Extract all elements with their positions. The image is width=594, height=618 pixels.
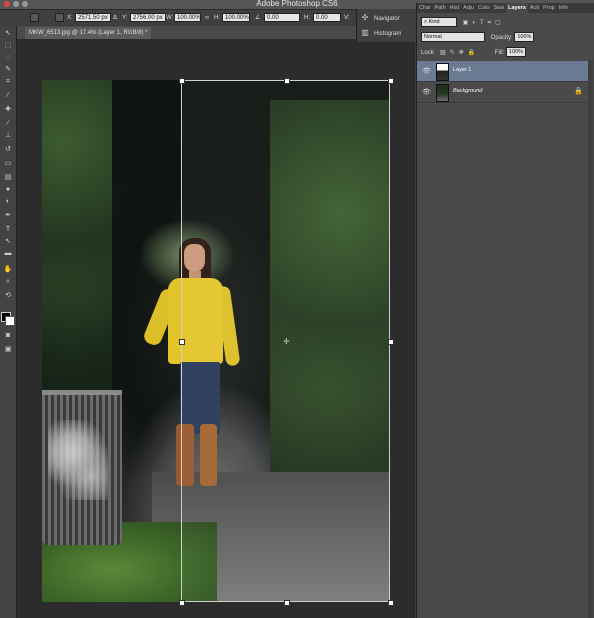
h-label: H: bbox=[214, 15, 220, 21]
layer-thumbnail bbox=[436, 84, 449, 102]
move-tool-icon[interactable]: ↖ bbox=[3, 30, 13, 38]
x-field[interactable]: 2571.50 px bbox=[75, 13, 111, 22]
foliage-left bbox=[42, 80, 112, 390]
eyedropper-tool-icon[interactable]: ⁄ bbox=[3, 92, 13, 100]
layer-row-layer-1[interactable]: 👁 Layer 1 bbox=[417, 61, 589, 82]
lock-icon: 🔒 bbox=[574, 88, 583, 95]
y-label: Y: bbox=[122, 15, 128, 21]
reference-point-icon[interactable] bbox=[55, 13, 64, 22]
rotate-view-tool-icon[interactable]: ⟲ bbox=[3, 292, 13, 300]
lock-fill-row: Lock: ▨✎✥🔒 Fill: 100% bbox=[417, 47, 594, 57]
transform-center-point[interactable]: ✛ bbox=[283, 337, 290, 346]
tab-adjustments[interactable]: Adju bbox=[461, 3, 476, 13]
layers-panel-group: Chai Path Hist Adju Colo Swa Layers Acti… bbox=[416, 3, 594, 618]
lock-icons[interactable]: ▨✎✥🔒 bbox=[440, 50, 479, 56]
tab-info[interactable]: Info bbox=[557, 3, 570, 13]
healing-tool-icon[interactable]: ✚ bbox=[3, 106, 13, 114]
transform-handle-top-left[interactable] bbox=[179, 78, 185, 84]
transform-handle-top-right[interactable] bbox=[388, 78, 394, 84]
shape-tool-icon[interactable]: ▬ bbox=[3, 250, 13, 258]
tools-panel: ↖ ⬚ ◌ ✎ ⌗ ⁄ ✚ ∕ ⊥ ↺ ▭ ▤ ● ◐ ✒ T ↖ ▬ ✋ ⌕ … bbox=[0, 26, 17, 618]
history-brush-tool-icon[interactable]: ↺ bbox=[3, 146, 13, 154]
blend-opacity-row: Normal Opacity: 100% bbox=[417, 32, 594, 42]
tab-properties[interactable]: Prop bbox=[541, 3, 557, 13]
y-field[interactable]: 2756.00 px bbox=[130, 13, 166, 22]
fill-label: Fill: bbox=[494, 49, 505, 56]
tab-color[interactable]: Colo bbox=[476, 3, 491, 13]
pen-tool-icon[interactable]: ✒ bbox=[3, 212, 13, 220]
transform-handle-bottom-left[interactable] bbox=[179, 600, 185, 606]
tab-channels[interactable]: Chai bbox=[417, 3, 432, 13]
blend-mode-select[interactable]: Normal bbox=[421, 32, 485, 42]
layer-thumbnail bbox=[436, 63, 449, 81]
transform-handle-bottom-right[interactable] bbox=[388, 600, 394, 606]
navigator-icon: ✣ bbox=[361, 13, 369, 22]
layer-name[interactable]: Layer 1 bbox=[453, 67, 471, 73]
quick-mask-icon[interactable]: ◙ bbox=[3, 332, 13, 340]
link-icon[interactable]: ∞ bbox=[205, 13, 209, 23]
x-label: X: bbox=[67, 15, 73, 21]
eye-icon[interactable]: 👁 bbox=[422, 88, 431, 96]
tool-preset-icon[interactable] bbox=[30, 13, 39, 22]
navigator-panel-button[interactable]: ✣ Navigator bbox=[361, 11, 400, 25]
zoom-tool-icon[interactable]: ⌕ bbox=[3, 278, 13, 286]
filter-type-icons[interactable]: ▣◐T⌗▢ bbox=[463, 20, 505, 26]
panel-scrollbar[interactable] bbox=[588, 60, 593, 618]
panel-tab-strip: Chai Path Hist Adju Colo Swa Layers Acti… bbox=[417, 3, 594, 13]
tab-swatches[interactable]: Swa bbox=[491, 3, 506, 13]
transform-handle-middle-right[interactable] bbox=[388, 339, 394, 345]
screen-mode-icon[interactable]: ▣ bbox=[3, 346, 13, 354]
type-tool-icon[interactable]: T bbox=[3, 226, 13, 234]
hand-tool-icon[interactable]: ✋ bbox=[3, 266, 13, 274]
histogram-icon: ▥ bbox=[361, 28, 369, 37]
eraser-tool-icon[interactable]: ▭ bbox=[3, 160, 13, 168]
opacity-label: Opacity: bbox=[490, 34, 513, 41]
crop-tool-icon[interactable]: ⌗ bbox=[3, 78, 13, 86]
h-skew-field[interactable]: 0.00 bbox=[313, 13, 341, 22]
opacity-field[interactable]: 100% bbox=[514, 32, 535, 42]
gradient-tool-icon[interactable]: ▤ bbox=[3, 174, 13, 182]
trash-bin bbox=[42, 390, 122, 545]
lasso-tool-icon[interactable]: ◌ bbox=[3, 54, 13, 62]
dodge-tool-icon[interactable]: ◐ bbox=[3, 198, 13, 206]
blur-tool-icon[interactable]: ● bbox=[3, 186, 13, 194]
document-tab[interactable]: MKW_6513.jpg @ 17.4% (Layer 1, RGB/8) * bbox=[25, 27, 152, 39]
transform-handle-bottom-center[interactable] bbox=[284, 600, 290, 606]
path-select-tool-icon[interactable]: ↖ bbox=[3, 238, 13, 246]
tab-actions[interactable]: Acti bbox=[528, 3, 541, 13]
width-field[interactable]: 100.00% bbox=[174, 13, 201, 22]
layer-filter-row: ⌕ Kind ▣◐T⌗▢ bbox=[417, 17, 594, 27]
collapsed-panel-dock: ✣ Navigator ▥ Histogram bbox=[356, 9, 417, 42]
delta-icon[interactable]: Δ bbox=[113, 13, 117, 23]
options-bar: X: 2571.50 px Δ Y: 2756.00 px W: 100.00%… bbox=[0, 10, 355, 27]
fill-field[interactable]: 100% bbox=[505, 47, 526, 57]
tab-histogram[interactable]: Hist bbox=[448, 3, 461, 13]
tab-layers[interactable]: Layers bbox=[506, 3, 528, 13]
w-label: W: bbox=[166, 15, 174, 21]
brush-tool-icon[interactable]: ∕ bbox=[3, 120, 13, 128]
tab-paths[interactable]: Path bbox=[432, 3, 447, 13]
v-skew-label: V: bbox=[344, 15, 350, 21]
lock-label: Lock: bbox=[421, 49, 436, 56]
eye-icon[interactable]: 👁 bbox=[422, 67, 431, 75]
quick-select-tool-icon[interactable]: ✎ bbox=[3, 66, 13, 74]
layer-kind-filter[interactable]: ⌕ Kind bbox=[421, 17, 457, 27]
angle-field[interactable]: 0.00 bbox=[264, 13, 300, 22]
stamp-tool-icon[interactable]: ⊥ bbox=[3, 132, 13, 140]
height-field[interactable]: 100.00% bbox=[222, 13, 250, 22]
transform-handle-middle-left[interactable] bbox=[179, 339, 185, 345]
background-color-swatch[interactable] bbox=[5, 316, 15, 326]
graffiti bbox=[48, 420, 108, 500]
h-skew-label: H: bbox=[304, 15, 310, 21]
transform-handle-top-center[interactable] bbox=[284, 78, 290, 84]
angle-icon: ∠ bbox=[255, 15, 261, 21]
layer-name[interactable]: Background bbox=[453, 88, 482, 94]
layer-row-background[interactable]: 👁 Background 🔒 bbox=[417, 82, 589, 103]
histogram-panel-button[interactable]: ▥ Histogram bbox=[361, 26, 401, 40]
marquee-tool-icon[interactable]: ⬚ bbox=[3, 42, 13, 50]
